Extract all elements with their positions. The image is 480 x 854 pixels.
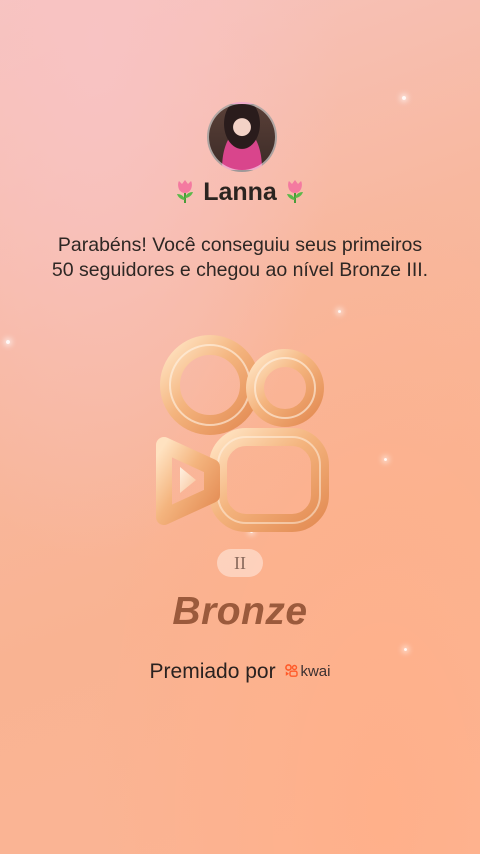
tier-name: Bronze bbox=[172, 590, 308, 633]
sparkle bbox=[404, 648, 407, 651]
brand-name: kwai bbox=[300, 663, 331, 680]
bronze-badge-logo bbox=[150, 335, 332, 535]
brand-mark: kwai bbox=[285, 663, 330, 680]
congrats-message: Parabéns! Você conseguiu seus primeiros … bbox=[51, 234, 429, 281]
kwai-logo-icon bbox=[285, 664, 299, 677]
kwai-badge-icon bbox=[156, 335, 329, 532]
level-badge: II bbox=[217, 549, 263, 577]
sparkle bbox=[6, 340, 10, 344]
sparkle bbox=[384, 458, 387, 461]
avatar[interactable] bbox=[207, 102, 277, 172]
profile-name: Lanna bbox=[203, 178, 277, 206]
tulip-icon bbox=[177, 180, 194, 203]
awarded-by-row: Premiado por kwai bbox=[0, 660, 480, 684]
profile-name-row: Lanna bbox=[0, 178, 480, 207]
sparkle bbox=[402, 96, 406, 100]
tulip-icon bbox=[286, 180, 303, 203]
sparkle bbox=[338, 310, 341, 313]
awarded-by-label: Premiado por bbox=[149, 660, 276, 683]
